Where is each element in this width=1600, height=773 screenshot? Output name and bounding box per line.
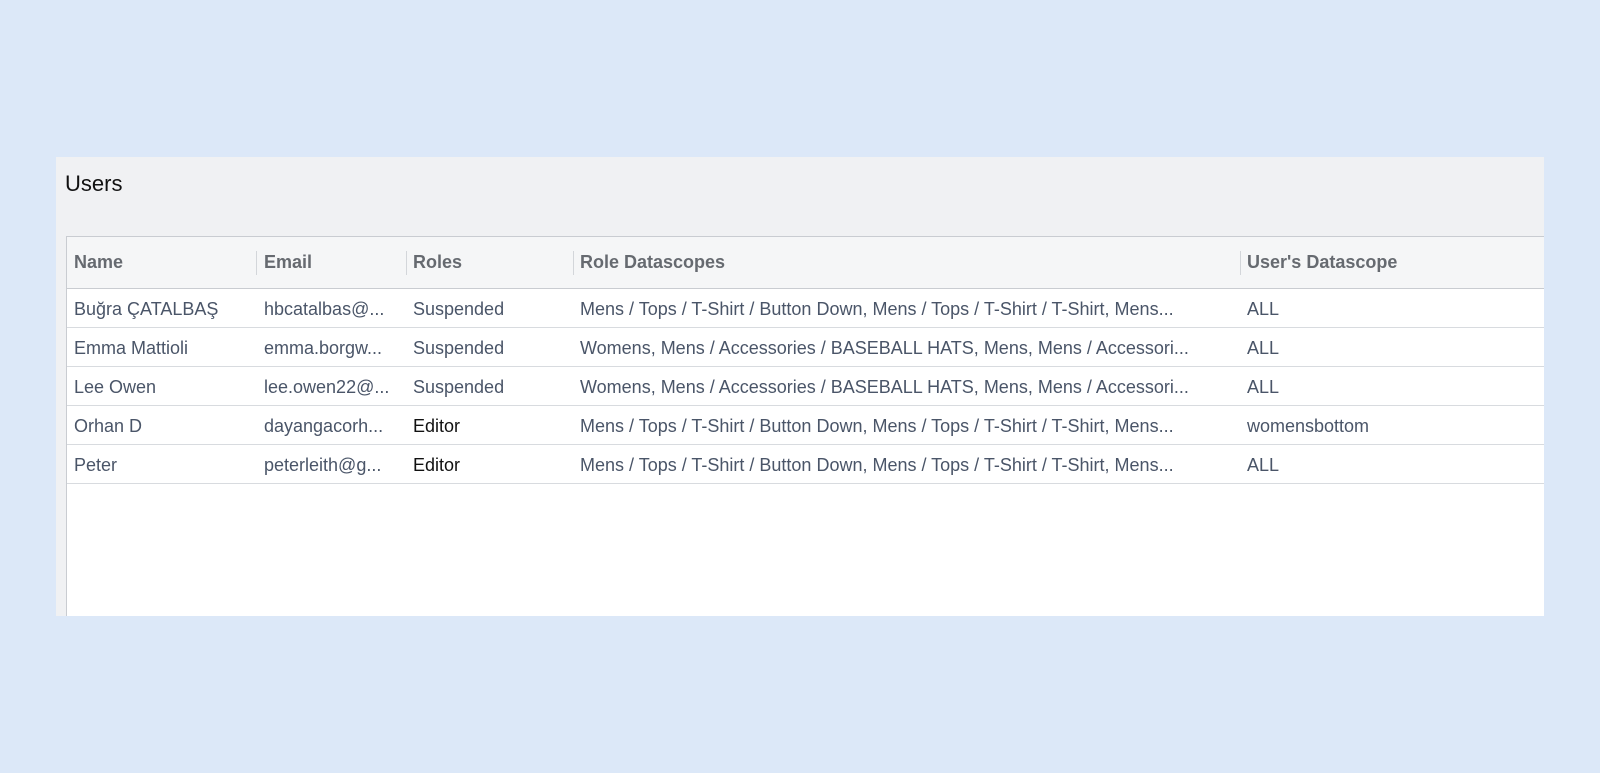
cell-name: Lee Owen (74, 377, 157, 397)
users-table: Name Email Roles Role Datascopes User's … (66, 236, 1544, 616)
column-resize-handle[interactable] (406, 251, 407, 275)
page-title: Users (65, 171, 123, 196)
cell-email: hbcatalbas@... (264, 299, 385, 319)
app-background: Users Name Email Roles Role Datascopes U… (0, 0, 1600, 773)
cell-name: Peter (74, 455, 118, 475)
cell-roles: Editor (413, 455, 461, 475)
cell-users-datascope: ALL (1247, 455, 1280, 475)
cell-roles: Suspended (413, 338, 505, 358)
cell-name: Buğra ÇATALBAŞ (74, 299, 219, 319)
cell-email: emma.borgw... (264, 338, 383, 358)
column-header-users-datascope[interactable]: User's Datascope (1247, 237, 1397, 288)
cell-role-datascopes: Mens / Tops / T-Shirt / Button Down, Men… (580, 455, 1174, 475)
column-header-role-datascopes[interactable]: Role Datascopes (580, 237, 725, 288)
cell-email: lee.owen22@... (264, 377, 390, 397)
cell-role-datascopes: Womens, Mens / Accessories / BASEBALL HA… (580, 377, 1189, 397)
cell-users-datascope: womensbottom (1247, 416, 1370, 436)
cell-email: dayangacorh... (264, 416, 384, 436)
table-row[interactable]: Lee Owen lee.owen22@... Suspended Womens… (67, 367, 1544, 406)
cell-name: Orhan D (74, 416, 143, 436)
cell-roles: Suspended (413, 377, 505, 397)
cell-role-datascopes: Mens / Tops / T-Shirt / Button Down, Men… (580, 299, 1174, 319)
column-resize-handle[interactable] (1240, 251, 1241, 275)
column-header-email[interactable]: Email (264, 237, 312, 288)
cell-roles: Editor (413, 416, 461, 436)
column-header-name[interactable]: Name (74, 237, 123, 288)
cell-users-datascope: ALL (1247, 299, 1280, 319)
cell-roles: Suspended (413, 299, 505, 319)
users-panel: Users Name Email Roles Role Datascopes U… (56, 157, 1544, 616)
table-row[interactable]: Buğra ÇATALBAŞ hbcatalbas@... Suspended … (67, 289, 1544, 328)
table-header: Name Email Roles Role Datascopes User's … (67, 237, 1544, 289)
table-row[interactable]: Orhan D dayangacorh... Editor Mens / Top… (67, 406, 1544, 445)
table-row[interactable]: Peter peterleith@g... Editor Mens / Tops… (67, 445, 1544, 484)
cell-users-datascope: ALL (1247, 377, 1280, 397)
column-resize-handle[interactable] (256, 251, 257, 275)
cell-role-datascopes: Womens, Mens / Accessories / BASEBALL HA… (580, 338, 1189, 358)
cell-name: Emma Mattioli (74, 338, 189, 358)
column-resize-handle[interactable] (573, 251, 574, 275)
cell-email: peterleith@g... (264, 455, 382, 475)
column-header-roles[interactable]: Roles (413, 237, 462, 288)
table-row[interactable]: Emma Mattioli emma.borgw... Suspended Wo… (67, 328, 1544, 367)
cell-role-datascopes: Mens / Tops / T-Shirt / Button Down, Men… (580, 416, 1174, 436)
cell-users-datascope: ALL (1247, 338, 1280, 358)
